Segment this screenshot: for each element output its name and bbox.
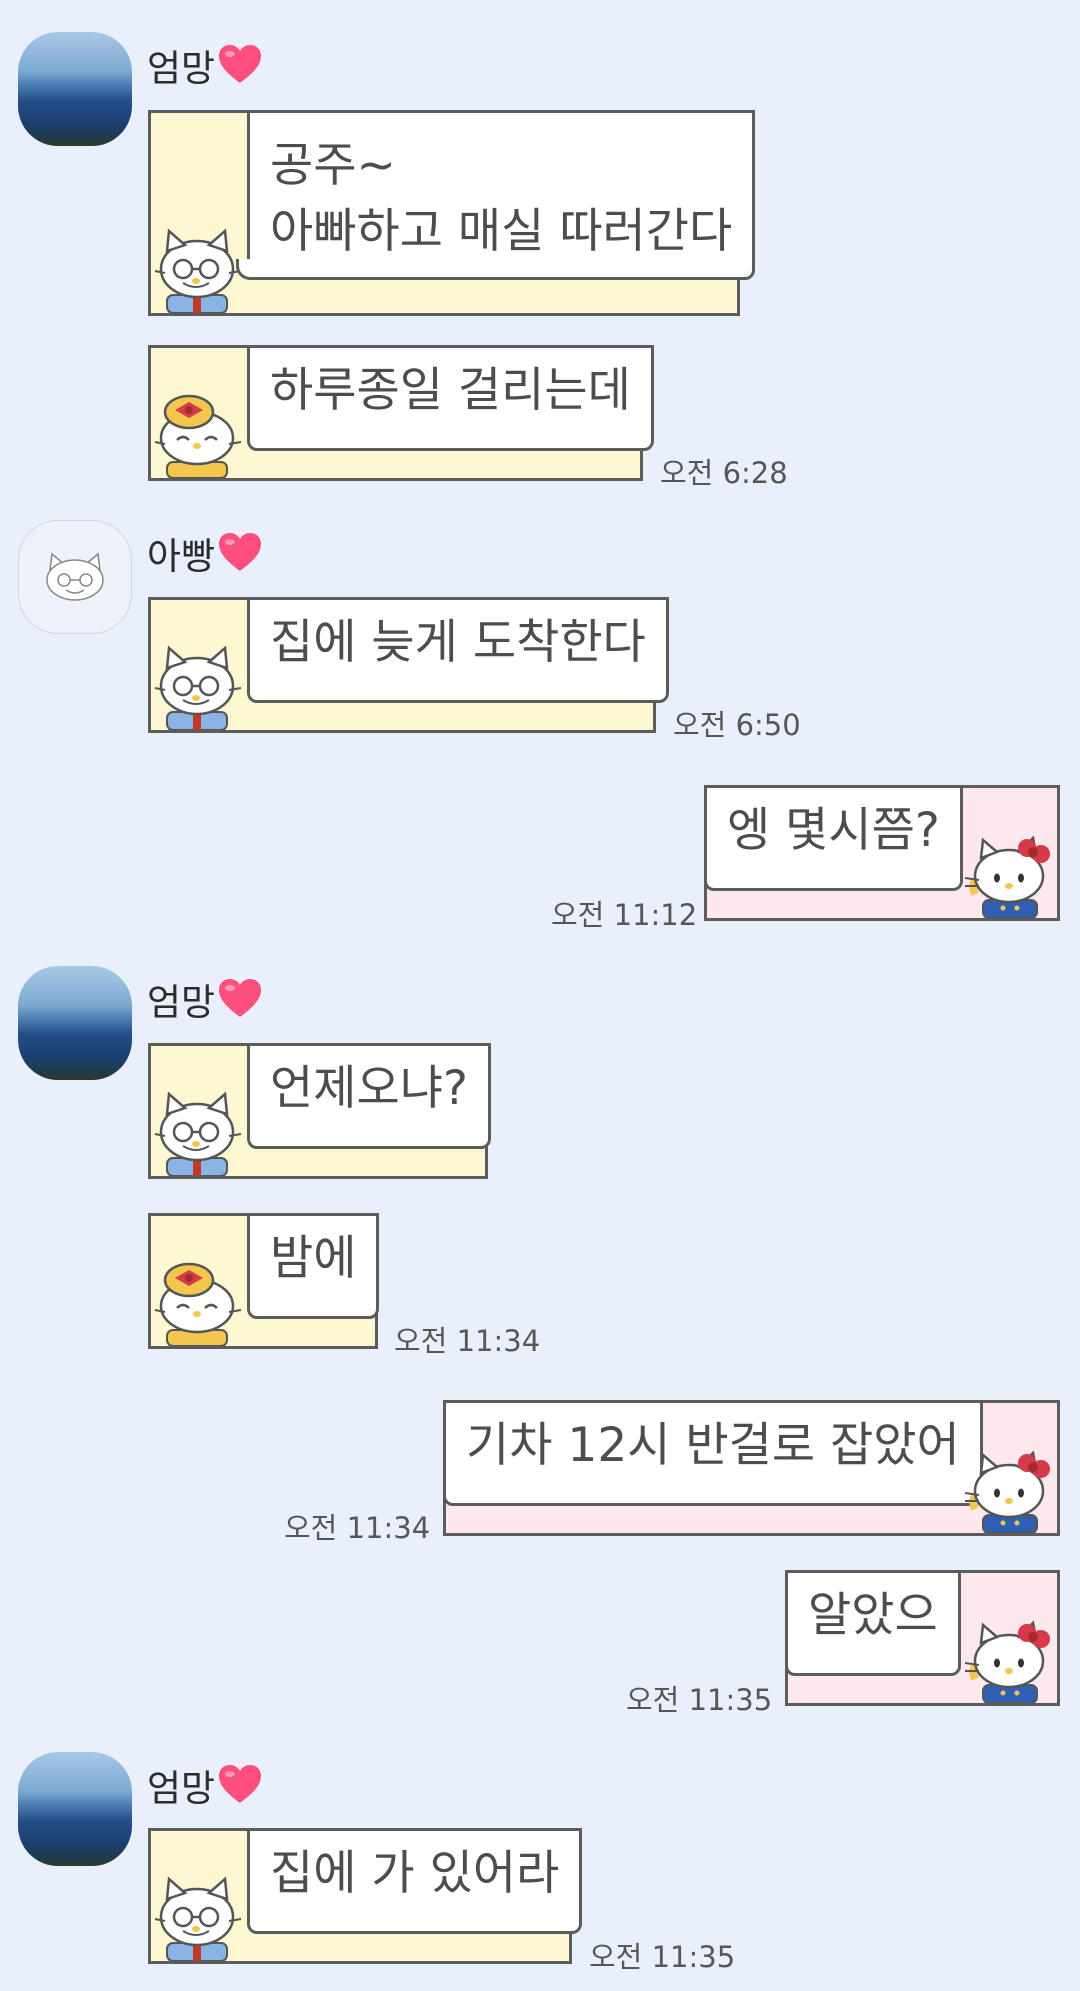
message-timestamp: 오전 11:35: [589, 1940, 736, 1974]
message-timestamp: 오전 6:28: [660, 456, 788, 490]
message-bubble[interactable]: 하루종일 걸리는데: [247, 345, 654, 451]
message-timestamp: 오전 11:34: [284, 1511, 431, 1545]
sender-name-mom: 엄망: [147, 1758, 263, 1812]
sender-name-label: 엄망: [147, 47, 216, 90]
message-card[interactable]: 공주~ 아빠하고 매실 따러간다: [148, 110, 756, 316]
message-card[interactable]: 언제오냐?: [148, 1043, 491, 1179]
message-bubble[interactable]: 알았으: [785, 1570, 961, 1676]
message-text-line: 공주~: [270, 138, 396, 193]
message-timestamp: 오전 11:34: [394, 1324, 541, 1358]
heart-emoji-icon: [217, 42, 263, 88]
message-timestamp: 오전 6:50: [673, 708, 801, 742]
message-card[interactable]: 집에 늦게 도착한다: [148, 597, 669, 733]
sender-name-label: 엄망: [147, 1767, 216, 1810]
cat-face-icon: [46, 552, 104, 601]
message-bubble[interactable]: 집에 가 있어라: [247, 1828, 583, 1934]
message-bubble[interactable]: 엥 몇시쯤?: [704, 785, 963, 891]
message-card[interactable]: 기차 12시 반걸로 잡았어: [443, 1400, 1060, 1536]
message-card[interactable]: 알았으: [785, 1570, 1060, 1706]
hello-kitty-grandpa-icon: [153, 1086, 243, 1176]
sender-name-mom: 엄망: [147, 38, 263, 92]
message-card[interactable]: 하루종일 걸리는데: [148, 345, 654, 481]
avatar-dad[interactable]: [18, 520, 132, 634]
hello-kitty-icon: [965, 1443, 1055, 1533]
sender-name-label: 엄망: [147, 981, 216, 1024]
hello-kitty-icon: [965, 828, 1055, 918]
message-timestamp: 오전 11:35: [626, 1683, 773, 1717]
avatar-mom[interactable]: [18, 966, 132, 1080]
message-card[interactable]: 엥 몇시쯤?: [704, 785, 1060, 921]
hello-kitty-grandpa-icon: [153, 223, 243, 313]
message-bubble[interactable]: 밤에: [247, 1213, 380, 1319]
avatar-mom[interactable]: [18, 32, 132, 146]
sender-name-mom: 엄망: [147, 972, 263, 1026]
sender-name-label: 아빵: [147, 535, 216, 578]
hello-kitty-icon: [965, 1613, 1055, 1703]
avatar-mom[interactable]: [18, 1752, 132, 1866]
message-bubble[interactable]: 언제오냐?: [247, 1043, 491, 1149]
sender-name-dad: 아빵: [147, 526, 263, 580]
heart-emoji-icon: [217, 1762, 263, 1808]
hello-kitty-grandma-icon: [153, 1256, 243, 1346]
message-timestamp: 오전 11:12: [551, 898, 698, 932]
heart-emoji-icon: [217, 530, 263, 576]
hello-kitty-grandma-icon: [153, 388, 243, 478]
message-bubble[interactable]: 공주~ 아빠하고 매실 따러간다: [236, 110, 756, 280]
message-card[interactable]: 집에 가 있어라: [148, 1828, 583, 1964]
message-text-line: 아빠하고 매실 따러간다: [270, 204, 733, 259]
hello-kitty-grandpa-icon: [153, 1871, 243, 1961]
message-bubble[interactable]: 기차 12시 반걸로 잡았어: [443, 1400, 983, 1506]
message-bubble[interactable]: 집에 늦게 도착한다: [247, 597, 669, 703]
hello-kitty-grandpa-icon: [153, 640, 243, 730]
message-card[interactable]: 밤에: [148, 1213, 380, 1349]
heart-emoji-icon: [217, 976, 263, 1022]
